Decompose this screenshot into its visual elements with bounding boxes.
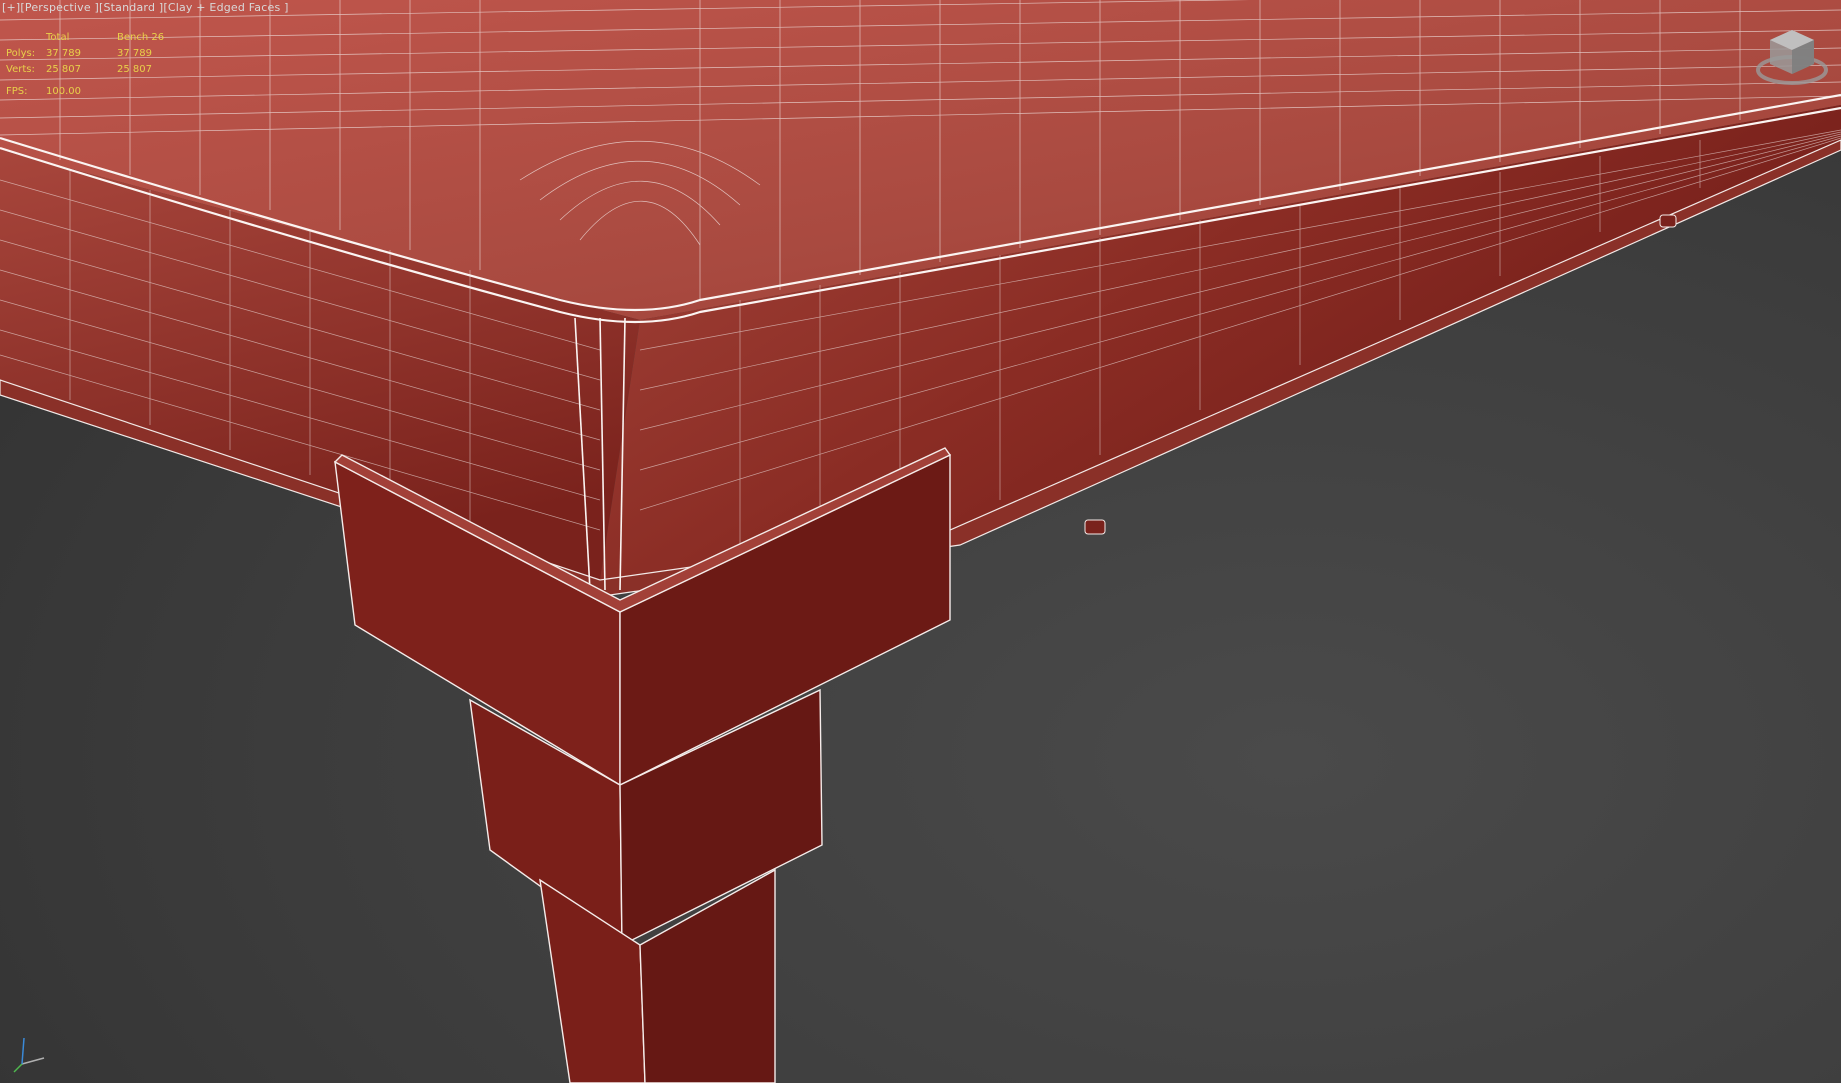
stats-object: 25 807	[117, 64, 152, 75]
viewcube-icon[interactable]	[1752, 22, 1832, 92]
stats-total: 37 789	[46, 48, 81, 59]
statistics-overlay: Total Bench 26 Polys: 37 789 37 789 Vert…	[6, 30, 197, 100]
stats-header-blank	[6, 30, 46, 46]
perspective-viewport[interactable]: [+][Perspective ][Standard ][Clay + Edge…	[0, 0, 1841, 1083]
stats-label: Verts:	[6, 64, 35, 75]
stats-row-polys: Polys: 37 789 37 789	[6, 46, 197, 62]
viewport-menu[interactable]: [+]	[2, 1, 20, 14]
stats-header-row: Total Bench 26	[6, 30, 197, 46]
axis-tripod-icon	[13, 1037, 45, 1073]
stats-row-verts: Verts: 25 807 25 807	[6, 62, 197, 78]
viewport-label: [+][Perspective ][Standard ][Clay + Edge…	[2, 1, 289, 14]
bench-model[interactable]	[0, 0, 1841, 1083]
stats-row-fps: FPS: 100.00	[6, 84, 197, 100]
stats-header-object: Bench 26	[117, 32, 165, 43]
viewport-shading-menu[interactable]: [Clay + Edged Faces ]	[163, 1, 288, 14]
viewport-quality-menu[interactable]: [Standard ]	[99, 1, 163, 14]
stats-label: Polys:	[6, 48, 36, 59]
fps-label: FPS:	[6, 86, 28, 97]
stats-total: 25 807	[46, 64, 81, 75]
stats-object: 37 789	[117, 48, 152, 59]
stats-header-total: Total	[46, 32, 70, 43]
fps-value: 100.00	[46, 86, 81, 97]
viewport-pov-menu[interactable]: [Perspective ]	[20, 1, 99, 14]
